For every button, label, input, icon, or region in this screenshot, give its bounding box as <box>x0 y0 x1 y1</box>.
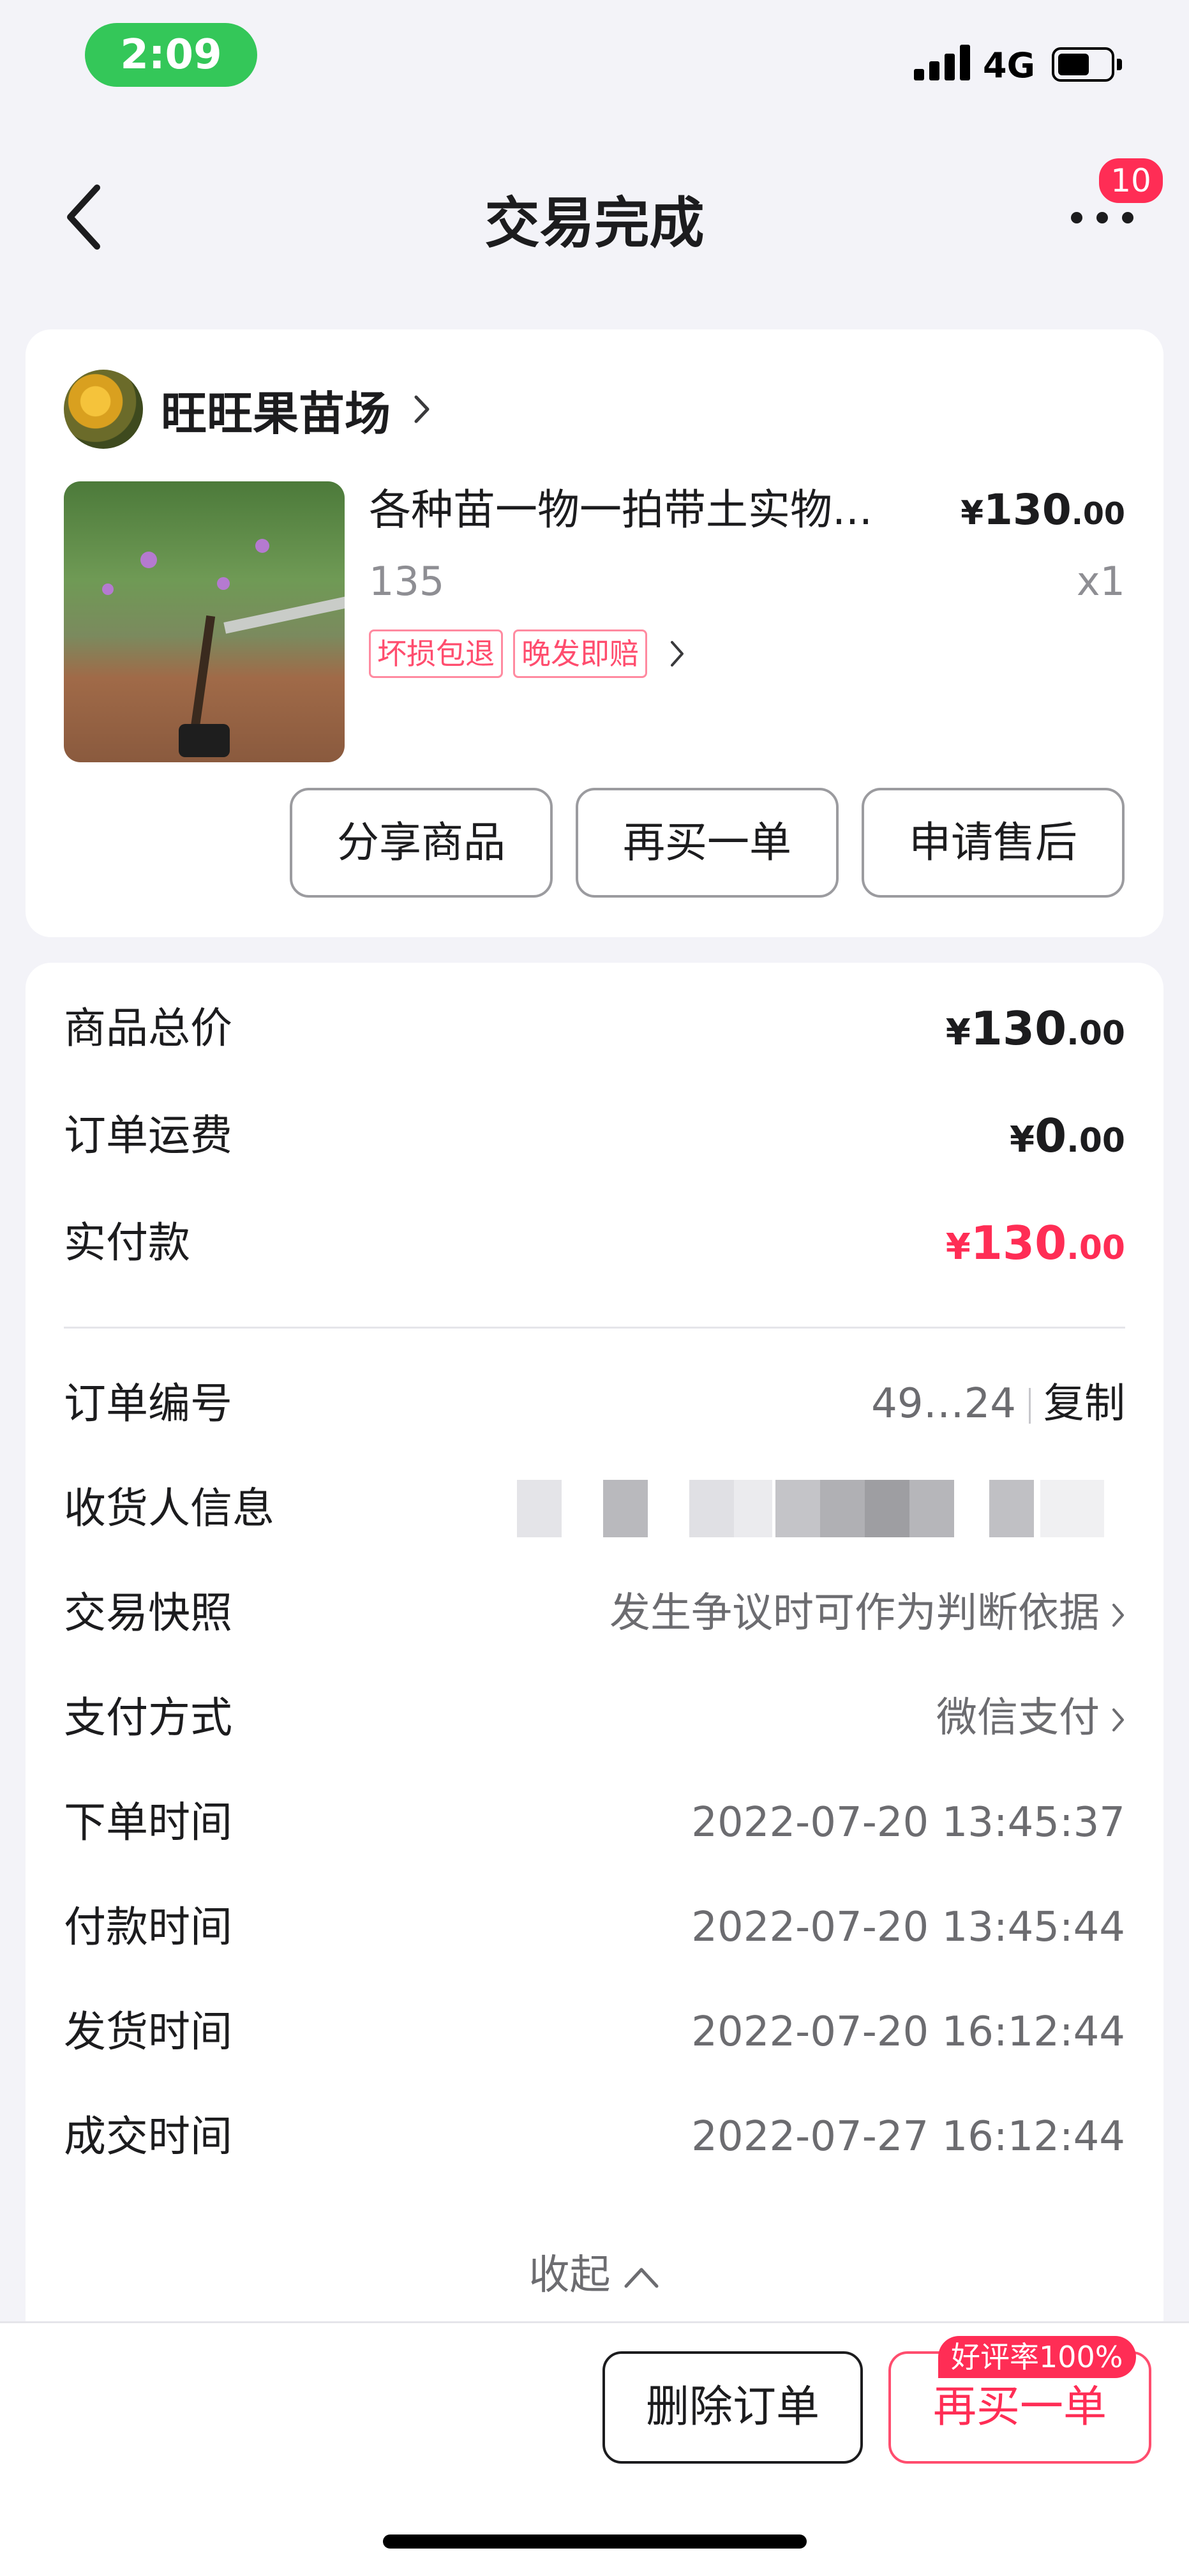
shipping-fee-value: ¥0.00 <box>1009 1109 1125 1163</box>
goods-total-row: 商品总价 ¥130.00 <box>64 993 1125 1064</box>
product-quantity: x1 <box>1076 558 1125 605</box>
shipping-fee-row: 订单运费 ¥0.00 <box>64 1101 1125 1171</box>
payment-time-value: 2022-07-20 13:45:44 <box>691 1904 1125 1951</box>
receiver-info-row[interactable]: 收货人信息 <box>64 1473 1125 1544</box>
order-number-row: 订单编号 49…24 复制 <box>64 1369 1125 1439</box>
snapshot-label: 交易快照 <box>64 1588 232 1638</box>
share-product-button[interactable]: 分享商品 <box>290 788 553 898</box>
collapse-label: 收起 <box>528 2252 611 2299</box>
tag-damage-refund: 坏损包退 <box>369 629 503 678</box>
status-bar: 2:09 4G <box>0 0 1189 109</box>
chevron-up-icon <box>624 2268 658 2288</box>
goods-total-value: ¥130.00 <box>945 1002 1125 1055</box>
product-price: ¥130.00 <box>961 485 1125 534</box>
after-sales-button[interactable]: 申请售后 <box>862 788 1125 898</box>
rating-badge: 好评率100% <box>938 2336 1136 2378</box>
payment-method-label: 支付方式 <box>64 1693 232 1742</box>
receiver-info-label: 收货人信息 <box>64 1484 274 1533</box>
shop-name: 旺旺果苗场 <box>161 386 391 441</box>
payment-time-row: 付款时间 2022-07-20 13:45:44 <box>64 1892 1125 1962</box>
status-time: 2:09 <box>85 23 257 87</box>
chevron-right-icon <box>414 395 430 423</box>
battery-icon <box>1052 47 1123 82</box>
order-details-card: 商品总价 ¥130.00 订单运费 ¥0.00 实付款 ¥130.00 订单编号… <box>26 963 1163 2323</box>
order-time-value: 2022-07-20 13:45:37 <box>691 1799 1125 1846</box>
payment-time-label: 付款时间 <box>64 1902 232 1952</box>
product-sku: 135 <box>369 558 445 605</box>
deal-time-row: 成交时间 2022-07-27 16:12:44 <box>64 2102 1125 2172</box>
product-title[interactable]: 各种苗一物一拍带土实物... <box>369 481 905 539</box>
order-product-card: 旺旺果苗场 各种苗一物一拍带土实物... ¥130.00 135 x1 坏损包退… <box>26 329 1163 937</box>
snapshot-value: 发生争议时可作为判断依据 <box>609 1578 1125 1648</box>
page-title: 交易完成 <box>484 192 705 255</box>
home-indicator <box>383 2535 807 2549</box>
payment-method-value: 微信支付 <box>936 1683 1125 1753</box>
order-time-label: 下单时间 <box>64 1798 232 1847</box>
collapse-toggle[interactable]: 收起 <box>26 2243 1163 2307</box>
network-type: 4G <box>983 45 1035 86</box>
goods-total-label: 商品总价 <box>64 1004 232 1053</box>
service-tags[interactable]: 坏损包退 晚发即赔 <box>369 629 685 678</box>
tag-late-compensation: 晚发即赔 <box>513 629 647 678</box>
chevron-right-icon <box>1112 1604 1124 1627</box>
amount-paid-row: 实付款 ¥130.00 <box>64 1208 1125 1278</box>
product-image[interactable] <box>64 481 345 762</box>
delete-order-button[interactable]: 删除订单 <box>602 2351 863 2464</box>
payment-method-row[interactable]: 支付方式 微信支付 <box>64 1683 1125 1753</box>
signal-icon <box>914 45 971 80</box>
copy-button[interactable]: 复制 <box>1043 1380 1125 1427</box>
deal-time-label: 成交时间 <box>64 2112 232 2161</box>
amount-paid-label: 实付款 <box>64 1218 190 1267</box>
shop-avatar <box>64 370 143 449</box>
chevron-right-icon <box>1112 1708 1124 1732</box>
shipping-fee-label: 订单运费 <box>64 1111 232 1160</box>
order-time-row: 下单时间 2022-07-20 13:45:37 <box>64 1788 1125 1858</box>
buy-again-button[interactable]: 再买一单 <box>576 788 839 898</box>
divider <box>64 1327 1125 1329</box>
order-number-value: 49…24 复制 <box>871 1380 1125 1427</box>
chevron-right-icon <box>671 641 684 667</box>
shop-header[interactable]: 旺旺果苗场 <box>64 368 431 451</box>
nav-bar: 交易完成 <box>0 140 1189 294</box>
notification-badge: 10 <box>1096 156 1165 206</box>
ship-time-label: 发货时间 <box>64 2007 232 2056</box>
ship-time-value: 2022-07-20 16:12:44 <box>691 2008 1125 2056</box>
ship-time-row: 发货时间 2022-07-20 16:12:44 <box>64 1997 1125 2067</box>
deal-time-value: 2022-07-27 16:12:44 <box>691 2113 1125 2160</box>
order-number-label: 订单编号 <box>64 1379 232 1428</box>
amount-paid-value: ¥130.00 <box>945 1216 1125 1270</box>
snapshot-row[interactable]: 交易快照 发生争议时可作为判断依据 <box>64 1578 1125 1648</box>
